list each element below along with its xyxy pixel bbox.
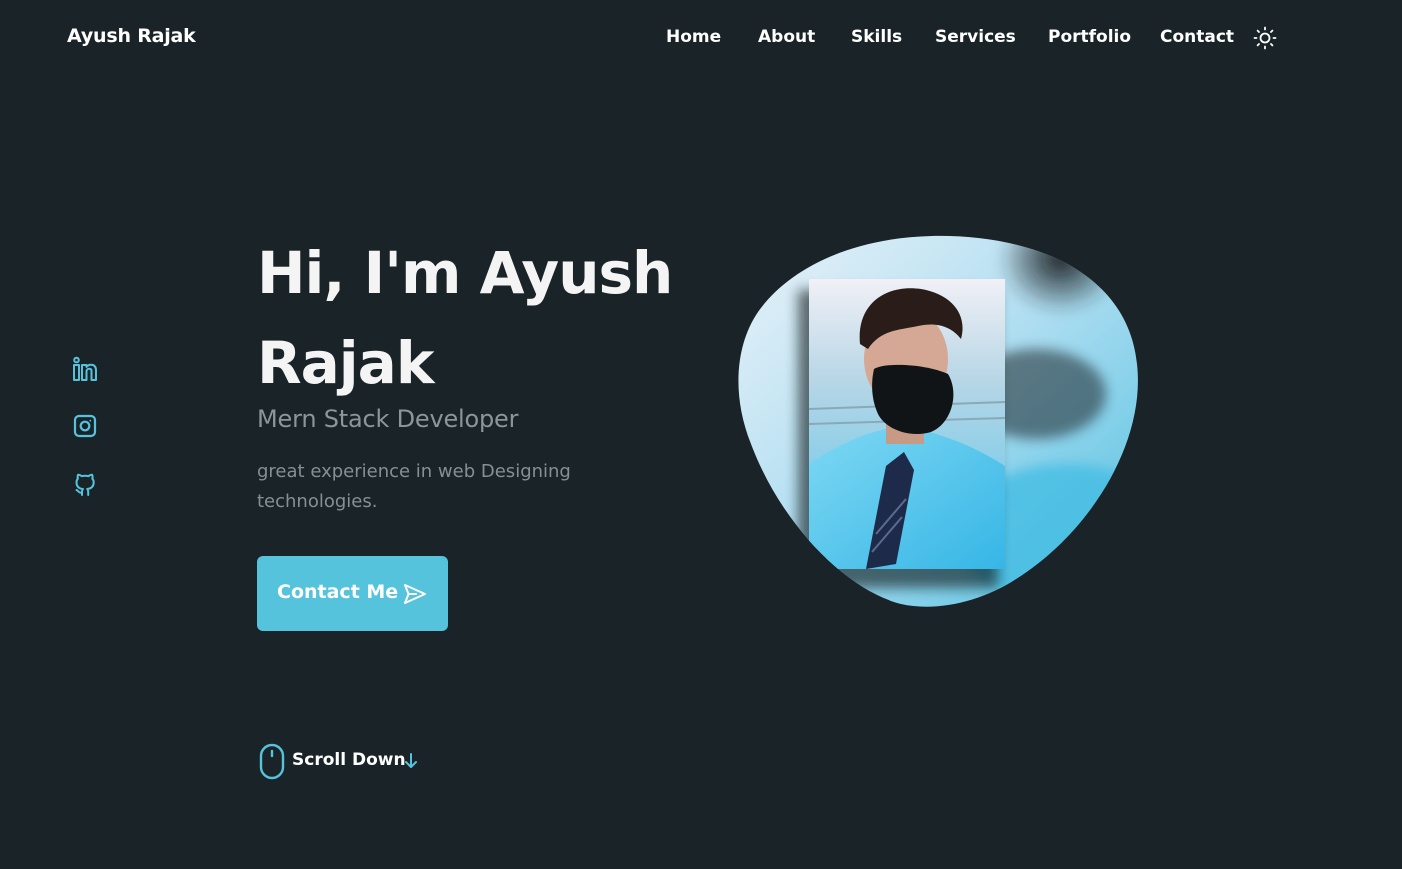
scroll-down-label: Scroll Down <box>292 750 406 770</box>
sun-icon[interactable] <box>1253 26 1277 50</box>
hero-title: Hi, I'm Ayush Rajak <box>257 228 697 408</box>
hero-title-line1: Hi, I'm Ayush <box>257 239 673 307</box>
arrow-down-icon <box>402 751 420 771</box>
profile-photo <box>736 234 1140 610</box>
nav-skills[interactable]: Skills <box>851 27 902 47</box>
contact-me-label: Contact Me <box>277 581 399 603</box>
hero-subtitle: Mern Stack Developer <box>257 405 519 433</box>
nav-about[interactable]: About <box>758 27 815 47</box>
nav-services[interactable]: Services <box>935 27 1016 47</box>
contact-me-button[interactable]: Contact Me <box>257 556 448 631</box>
site-header: Ayush Rajak Home About Skills Services P… <box>0 0 1402 76</box>
github-icon[interactable] <box>72 471 98 497</box>
mouse-icon <box>258 742 286 780</box>
send-icon <box>403 583 427 605</box>
site-logo[interactable]: Ayush Rajak <box>67 25 196 47</box>
nav-portfolio[interactable]: Portfolio <box>1048 27 1131 47</box>
scroll-down-link[interactable]: Scroll Down <box>258 742 428 780</box>
hero-title-line2: Rajak <box>257 329 434 397</box>
nav-contact[interactable]: Contact <box>1160 27 1234 47</box>
linkedin-icon[interactable] <box>72 356 98 382</box>
instagram-icon[interactable] <box>72 413 98 439</box>
nav-home[interactable]: Home <box>666 27 721 47</box>
hero-description: great experience in web Designing techno… <box>257 461 571 512</box>
